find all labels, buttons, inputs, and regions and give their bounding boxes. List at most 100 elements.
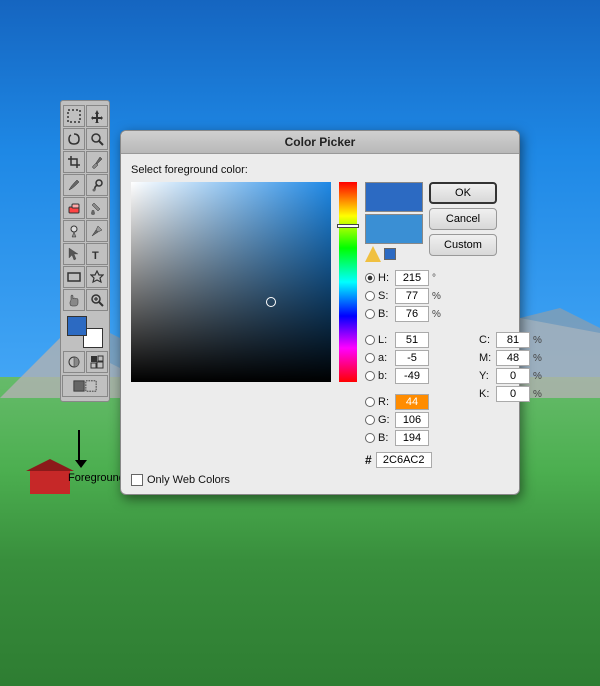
warning-icon[interactable] [365,246,381,262]
ok-button[interactable]: OK [429,182,497,204]
k-input[interactable] [496,386,530,402]
hand-tool[interactable] [63,289,85,311]
a-input[interactable] [395,350,429,366]
r-label: R: [378,396,392,408]
h-row: H: ° [365,270,475,286]
b2-label: b: [378,370,392,382]
clone-stamp-tool[interactable] [86,174,108,196]
direct-select-tool[interactable] [63,243,85,265]
preview-old-color [365,214,423,244]
a-label: a: [378,352,392,364]
arrow-head [75,460,87,468]
b-input[interactable] [395,306,429,322]
color-field-wrap [131,182,331,382]
toolbar-row-7: T [63,243,108,265]
g-radio[interactable] [365,415,375,425]
h-unit: ° [432,273,444,284]
a-radio[interactable] [365,353,375,363]
g-input[interactable] [395,412,429,428]
b-unit: % [432,309,444,320]
s-radio[interactable] [365,291,375,301]
l-input[interactable] [395,332,429,348]
screen-mode-tool[interactable] [62,375,108,397]
y-unit: % [533,371,545,382]
gamut-swatch[interactable] [384,248,396,260]
toolbar-row-9 [63,289,108,311]
only-web-colors-checkbox[interactable] [131,474,143,486]
b-label: B: [378,308,392,320]
c-label: C: [479,334,493,346]
text-tool[interactable]: T [86,243,108,265]
eraser-tool[interactable] [63,197,85,219]
h-radio[interactable] [365,273,375,283]
y-input[interactable] [496,368,530,384]
m-label: M: [479,352,493,364]
brush-tool[interactable] [63,174,85,196]
eyedropper-tool[interactable] [86,151,108,173]
b3-input[interactable] [395,430,429,446]
dialog-main-row: OK Cancel Custom H: ° [131,182,509,468]
y-row: Y: % [479,368,545,384]
b-row: B: % [365,306,475,322]
b-radio[interactable] [365,309,375,319]
m-row: M: % [479,350,545,366]
move-tool[interactable] [86,105,108,127]
hue-slider-wrap [339,182,357,382]
h-label: H: [378,272,392,284]
pen-tool[interactable] [86,220,108,242]
lasso-tool[interactable] [63,128,85,150]
dialog-instruction: Select foreground color: [131,164,509,176]
dialog-body: Select foreground color: [121,154,519,494]
s-input[interactable] [395,288,429,304]
h-input[interactable] [395,270,429,286]
arrow-line [78,430,80,460]
hue-slider[interactable] [339,182,357,382]
custom-button[interactable]: Custom [429,234,497,256]
preview-new-color [365,182,423,212]
preview-section [365,182,423,264]
foreground-color-swatch[interactable] [67,316,87,336]
view-mode-tool[interactable] [86,351,108,373]
svg-text:T: T [92,250,99,261]
s-unit: % [432,291,444,302]
right-panel: OK Cancel Custom H: ° [365,182,545,468]
crop-tool[interactable] [63,151,85,173]
dodge-tool[interactable] [63,220,85,242]
a-row: a: [365,350,475,366]
b2-input[interactable] [395,368,429,384]
color-gradient-field[interactable] [131,182,331,382]
toolbar-row-mask [63,351,108,373]
hex-label: # [365,453,372,467]
gamut-warning [365,246,423,262]
custom-shape-tool[interactable] [86,266,108,288]
b2-radio[interactable] [365,371,375,381]
toolbar-row-screen [62,375,108,397]
r-radio[interactable] [365,397,375,407]
quick-mask-tool[interactable] [63,351,85,373]
cancel-button[interactable]: Cancel [429,208,497,230]
marquee-tool[interactable] [63,105,85,127]
c-input[interactable] [496,332,530,348]
g-label: G: [378,414,392,426]
m-input[interactable] [496,350,530,366]
cmyk-section: C: % M: % Y: [479,270,545,468]
toolbar-row-2 [63,128,108,150]
s-row: S: % [365,288,475,304]
color-field-overlay [131,182,331,382]
b3-label: B: [378,432,392,444]
c-row: C: % [479,332,545,348]
k-label: K: [479,388,493,400]
b3-radio[interactable] [365,433,375,443]
l-radio[interactable] [365,335,375,345]
quick-select-tool[interactable] [86,128,108,150]
paint-bucket-tool[interactable] [86,197,108,219]
g-row: G: [365,412,475,428]
hex-input[interactable] [376,452,432,468]
cmyk-spacer [479,270,545,330]
b3-row: B: [365,430,475,446]
hsb-lab-rgb-section: H: ° S: % [365,270,475,468]
toolbar-row-4 [63,174,108,196]
zoom-tool[interactable] [86,289,108,311]
r-input[interactable] [395,394,429,410]
rectangle-tool[interactable] [63,266,85,288]
